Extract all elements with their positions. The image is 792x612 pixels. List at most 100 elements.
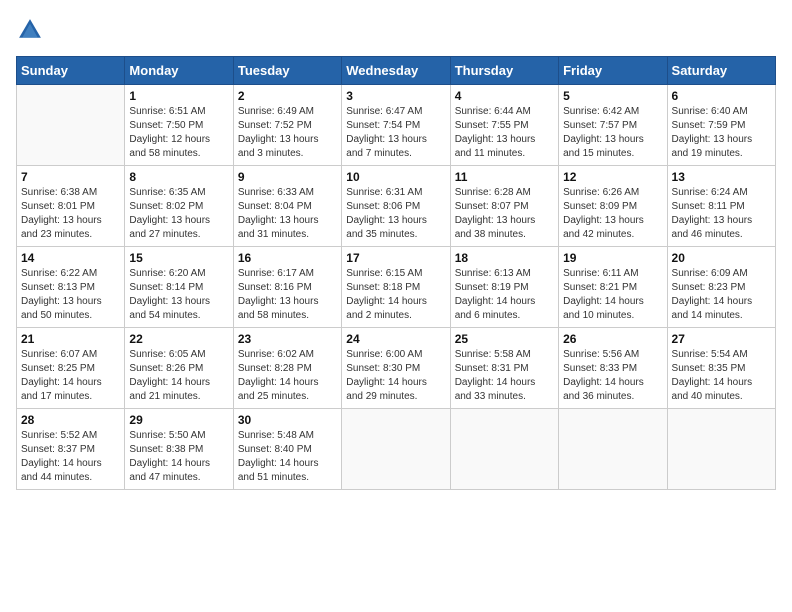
day-info: Sunrise: 6:07 AM Sunset: 8:25 PM Dayligh…	[21, 348, 120, 404]
day-info: Sunrise: 6:02 AM Sunset: 8:28 PM Dayligh…	[238, 348, 337, 404]
calendar-cell: 30 Sunrise: 5:48 AM Sunset: 8:40 PM Dayli…	[233, 409, 341, 490]
day-info: Sunrise: 6:26 AM Sunset: 8:09 PM Dayligh…	[563, 186, 662, 242]
day-info: Sunrise: 6:22 AM Sunset: 8:13 PM Dayligh…	[21, 267, 120, 323]
week-row-0: 1 Sunrise: 6:51 AM Sunset: 7:50 PM Daylig…	[17, 85, 776, 166]
calendar-cell: 3 Sunrise: 6:47 AM Sunset: 7:54 PM Daylig…	[342, 85, 450, 166]
day-info: Sunrise: 6:51 AM Sunset: 7:50 PM Dayligh…	[129, 105, 228, 161]
day-number: 21	[21, 332, 120, 346]
calendar-cell: 8 Sunrise: 6:35 AM Sunset: 8:02 PM Daylig…	[125, 166, 233, 247]
day-info: Sunrise: 5:48 AM Sunset: 8:40 PM Dayligh…	[238, 429, 337, 485]
calendar-cell	[559, 409, 667, 490]
week-row-2: 14Sunrise: 6:22 AM Sunset: 8:13 PM Dayli…	[17, 247, 776, 328]
day-number: 1	[129, 89, 228, 103]
day-info: Sunrise: 6:05 AM Sunset: 8:26 PM Dayligh…	[129, 348, 228, 404]
calendar-cell: 11 Sunrise: 6:28 AM Sunset: 8:07 PM Dayli…	[450, 166, 558, 247]
calendar-cell: 5 Sunrise: 6:42 AM Sunset: 7:57 PM Daylig…	[559, 85, 667, 166]
day-number: 12	[563, 170, 662, 184]
day-info: Sunrise: 6:11 AM Sunset: 8:21 PM Dayligh…	[563, 267, 662, 323]
day-number: 2	[238, 89, 337, 103]
day-number: 6	[672, 89, 771, 103]
calendar-cell: 15 Sunrise: 6:20 AM Sunset: 8:14 PM Dayli…	[125, 247, 233, 328]
calendar-header-row: SundayMondayTuesdayWednesdayThursdayFrid…	[17, 57, 776, 85]
calendar-cell: 9 Sunrise: 6:33 AM Sunset: 8:04 PM Daylig…	[233, 166, 341, 247]
day-info: Sunrise: 6:24 AM Sunset: 8:11 PM Dayligh…	[672, 186, 771, 242]
day-info: Sunrise: 6:38 AM Sunset: 8:01 PM Dayligh…	[21, 186, 120, 242]
day-number: 18	[455, 251, 554, 265]
day-info: Sunrise: 6:42 AM Sunset: 7:57 PM Dayligh…	[563, 105, 662, 161]
day-header-wednesday: Wednesday	[342, 57, 450, 85]
week-row-4: 28 Sunrise: 5:52 AM Sunset: 8:37 PM Dayli…	[17, 409, 776, 490]
day-header-friday: Friday	[559, 57, 667, 85]
calendar-cell	[17, 85, 125, 166]
calendar-cell: 19 Sunrise: 6:11 AM Sunset: 8:21 PM Dayli…	[559, 247, 667, 328]
day-number: 30	[238, 413, 337, 427]
day-number: 11	[455, 170, 554, 184]
day-number: 13	[672, 170, 771, 184]
day-info: Sunrise: 6:09 AM Sunset: 8:23 PM Dayligh…	[672, 267, 771, 323]
day-info: Sunrise: 6:20 AM Sunset: 8:14 PM Dayligh…	[129, 267, 228, 323]
day-number: 16	[238, 251, 337, 265]
day-info: Sunrise: 6:47 AM Sunset: 7:54 PM Dayligh…	[346, 105, 445, 161]
calendar-cell: 24Sunrise: 6:00 AM Sunset: 8:30 PM Dayli…	[342, 328, 450, 409]
day-info: Sunrise: 6:49 AM Sunset: 7:52 PM Dayligh…	[238, 105, 337, 161]
day-info: Sunrise: 6:31 AM Sunset: 8:06 PM Dayligh…	[346, 186, 445, 242]
day-info: Sunrise: 5:58 AM Sunset: 8:31 PM Dayligh…	[455, 348, 554, 404]
page-header	[16, 16, 776, 44]
calendar-cell: 7 Sunrise: 6:38 AM Sunset: 8:01 PM Daylig…	[17, 166, 125, 247]
calendar-cell: 16 Sunrise: 6:17 AM Sunset: 8:16 PM Dayli…	[233, 247, 341, 328]
day-info: Sunrise: 5:54 AM Sunset: 8:35 PM Dayligh…	[672, 348, 771, 404]
day-info: Sunrise: 6:35 AM Sunset: 8:02 PM Dayligh…	[129, 186, 228, 242]
day-header-tuesday: Tuesday	[233, 57, 341, 85]
day-number: 3	[346, 89, 445, 103]
day-info: Sunrise: 6:17 AM Sunset: 8:16 PM Dayligh…	[238, 267, 337, 323]
calendar-cell: 10 Sunrise: 6:31 AM Sunset: 8:06 PM Dayli…	[342, 166, 450, 247]
day-header-saturday: Saturday	[667, 57, 775, 85]
calendar-cell: 4 Sunrise: 6:44 AM Sunset: 7:55 PM Daylig…	[450, 85, 558, 166]
day-number: 28	[21, 413, 120, 427]
day-info: Sunrise: 6:44 AM Sunset: 7:55 PM Dayligh…	[455, 105, 554, 161]
day-number: 24	[346, 332, 445, 346]
day-info: Sunrise: 6:13 AM Sunset: 8:19 PM Dayligh…	[455, 267, 554, 323]
day-number: 20	[672, 251, 771, 265]
day-number: 23	[238, 332, 337, 346]
calendar-cell: 2 Sunrise: 6:49 AM Sunset: 7:52 PM Daylig…	[233, 85, 341, 166]
day-number: 25	[455, 332, 554, 346]
day-info: Sunrise: 5:50 AM Sunset: 8:38 PM Dayligh…	[129, 429, 228, 485]
day-info: Sunrise: 6:40 AM Sunset: 7:59 PM Dayligh…	[672, 105, 771, 161]
day-number: 29	[129, 413, 228, 427]
logo-icon	[16, 16, 44, 44]
day-number: 22	[129, 332, 228, 346]
calendar-cell: 28 Sunrise: 5:52 AM Sunset: 8:37 PM Dayli…	[17, 409, 125, 490]
calendar-cell: 29 Sunrise: 5:50 AM Sunset: 8:38 PM Dayli…	[125, 409, 233, 490]
day-number: 27	[672, 332, 771, 346]
day-header-monday: Monday	[125, 57, 233, 85]
day-number: 9	[238, 170, 337, 184]
calendar-cell: 13 Sunrise: 6:24 AM Sunset: 8:11 PM Dayli…	[667, 166, 775, 247]
day-number: 4	[455, 89, 554, 103]
day-header-sunday: Sunday	[17, 57, 125, 85]
calendar-cell: 21 Sunrise: 6:07 AM Sunset: 8:25 PM Dayli…	[17, 328, 125, 409]
calendar-cell: 26Sunrise: 5:56 AM Sunset: 8:33 PM Dayli…	[559, 328, 667, 409]
day-number: 17	[346, 251, 445, 265]
week-row-1: 7 Sunrise: 6:38 AM Sunset: 8:01 PM Daylig…	[17, 166, 776, 247]
calendar-cell: 18 Sunrise: 6:13 AM Sunset: 8:19 PM Dayli…	[450, 247, 558, 328]
day-info: Sunrise: 5:52 AM Sunset: 8:37 PM Dayligh…	[21, 429, 120, 485]
day-number: 10	[346, 170, 445, 184]
calendar-cell: 20 Sunrise: 6:09 AM Sunset: 8:23 PM Dayli…	[667, 247, 775, 328]
day-number: 5	[563, 89, 662, 103]
day-info: Sunrise: 6:33 AM Sunset: 8:04 PM Dayligh…	[238, 186, 337, 242]
calendar-cell	[667, 409, 775, 490]
calendar-cell: 12 Sunrise: 6:26 AM Sunset: 8:09 PM Dayli…	[559, 166, 667, 247]
day-number: 19	[563, 251, 662, 265]
calendar-cell: 1 Sunrise: 6:51 AM Sunset: 7:50 PM Daylig…	[125, 85, 233, 166]
calendar-cell	[450, 409, 558, 490]
calendar-cell: 25 Sunrise: 5:58 AM Sunset: 8:31 PM Dayli…	[450, 328, 558, 409]
calendar-cell	[342, 409, 450, 490]
day-number: 7	[21, 170, 120, 184]
day-info: Sunrise: 5:56 AM Sunset: 8:33 PM Dayligh…	[563, 348, 662, 404]
day-info: Sunrise: 6:28 AM Sunset: 8:07 PM Dayligh…	[455, 186, 554, 242]
calendar-cell: 22 Sunrise: 6:05 AM Sunset: 8:26 PM Dayli…	[125, 328, 233, 409]
calendar-cell: 23 Sunrise: 6:02 AM Sunset: 8:28 PM Dayli…	[233, 328, 341, 409]
day-number: 8	[129, 170, 228, 184]
day-number: 15	[129, 251, 228, 265]
